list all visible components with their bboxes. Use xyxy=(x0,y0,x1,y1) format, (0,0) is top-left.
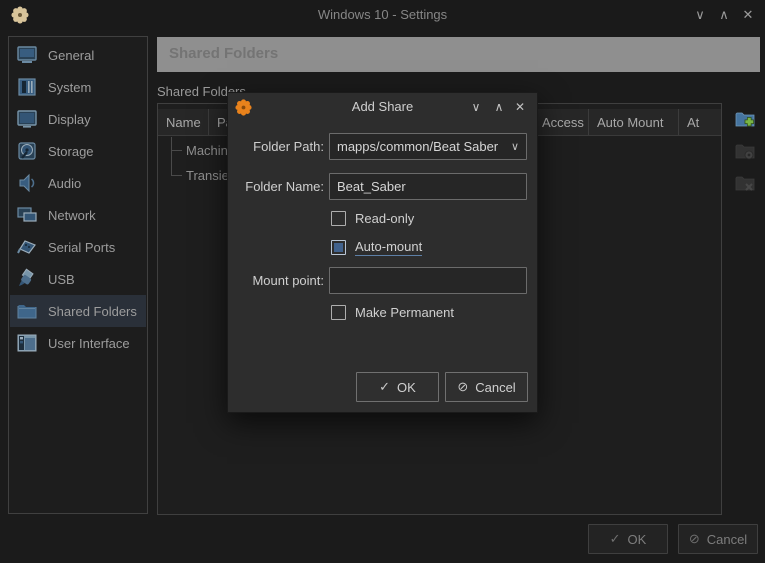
edit-share-button xyxy=(734,140,756,162)
make-permanent-checkbox-row[interactable]: Make Permanent xyxy=(331,305,454,320)
sidebar-item-label: Serial Ports xyxy=(48,240,115,255)
sidebar-item-audio[interactable]: Audio xyxy=(10,167,146,199)
dialog-ok-button[interactable]: ✓ OK xyxy=(356,372,439,402)
column-header-access[interactable]: Access xyxy=(534,109,589,135)
sidebar-item-label: Storage xyxy=(48,144,94,159)
settings-ok-button[interactable]: ✓ OK xyxy=(588,524,668,554)
window-close-button[interactable]: ✕ xyxy=(735,0,761,30)
display-icon xyxy=(15,107,39,131)
remove-share-button xyxy=(734,172,756,194)
read-only-checkbox[interactable] xyxy=(331,211,346,226)
mount-point-input[interactable] xyxy=(329,267,527,294)
network-icon xyxy=(15,203,39,227)
settings-ok-label: OK xyxy=(628,532,647,547)
sidebar-item-system[interactable]: System xyxy=(10,71,146,103)
mount-point-label: Mount point: xyxy=(234,273,324,288)
settings-sidebar: General System Display Storage Audio Net… xyxy=(8,36,148,514)
sidebar-item-usb[interactable]: USB xyxy=(10,263,146,295)
settings-cancel-label: Cancel xyxy=(707,532,747,547)
window-minimize-button[interactable]: ∨ xyxy=(687,0,713,30)
dialog-cancel-button[interactable]: ⊘ Cancel xyxy=(445,372,528,402)
system-icon xyxy=(15,75,39,99)
sidebar-item-shared-folders[interactable]: Shared Folders xyxy=(10,295,146,327)
column-header-at[interactable]: At xyxy=(679,109,721,135)
window-maximize-button[interactable]: ∧ xyxy=(711,0,737,30)
sidebar-item-storage[interactable]: Storage xyxy=(10,135,146,167)
add-share-dialog: Add Share ∨ ∧ ✕ Folder Path: mapps/commo… xyxy=(227,92,538,413)
folder-path-combobox[interactable]: mapps/common/Beat Saber ∨ xyxy=(329,133,527,160)
cancel-icon: ⊘ xyxy=(689,531,700,547)
sidebar-item-display[interactable]: Display xyxy=(10,103,146,135)
check-icon: ✓ xyxy=(610,531,621,547)
sidebar-item-network[interactable]: Network xyxy=(10,199,146,231)
tree-branch-line xyxy=(171,150,182,151)
auto-mount-label: Auto-mount xyxy=(355,239,422,256)
folder-name-input[interactable] xyxy=(329,173,527,200)
dialog-cancel-label: Cancel xyxy=(475,380,515,395)
cancel-icon: ⊘ xyxy=(457,379,468,395)
auto-mount-checkbox-row[interactable]: Auto-mount xyxy=(331,239,422,256)
storage-icon xyxy=(15,139,39,163)
read-only-label: Read-only xyxy=(355,211,414,226)
usb-icon xyxy=(15,267,39,291)
column-header-name[interactable]: Name xyxy=(158,109,209,135)
read-only-checkbox-row[interactable]: Read-only xyxy=(331,211,414,226)
add-share-button[interactable] xyxy=(734,108,756,130)
chevron-down-icon[interactable]: ∨ xyxy=(504,140,526,153)
sidebar-item-label: General xyxy=(48,48,94,63)
auto-mount-checkbox[interactable] xyxy=(331,240,346,255)
shared-folders-icon xyxy=(15,299,39,323)
window-titlebar: Windows 10 - Settings ∨ ∧ ✕ xyxy=(0,0,765,30)
virtualbox-settings-window: Windows 10 - Settings ∨ ∧ ✕ General Syst… xyxy=(0,0,765,563)
folder-name-label: Folder Name: xyxy=(234,179,324,194)
dialog-titlebar: Add Share ∨ ∧ ✕ xyxy=(228,93,537,121)
user-interface-icon xyxy=(15,331,39,355)
sidebar-item-serial-ports[interactable]: Serial Ports xyxy=(10,231,146,263)
tree-branch-line xyxy=(171,137,172,176)
settings-cancel-button[interactable]: ⊘ Cancel xyxy=(678,524,758,554)
check-icon: ✓ xyxy=(379,379,390,395)
general-icon xyxy=(15,43,39,67)
sidebar-item-label: Display xyxy=(48,112,91,127)
make-permanent-label: Make Permanent xyxy=(355,305,454,320)
dialog-close-button[interactable]: ✕ xyxy=(509,93,531,121)
page-header-disabled: Shared Folders xyxy=(157,37,760,72)
dialog-maximize-button[interactable]: ∧ xyxy=(488,93,510,121)
tree-branch-line xyxy=(171,175,182,176)
sidebar-item-user-interface[interactable]: User Interface xyxy=(10,327,146,359)
serial-ports-icon xyxy=(15,235,39,259)
folder-path-value: mapps/common/Beat Saber xyxy=(330,139,504,154)
sidebar-item-label: Network xyxy=(48,208,96,223)
sidebar-item-label: USB xyxy=(48,272,75,287)
sidebar-item-label: System xyxy=(48,80,91,95)
dialog-ok-label: OK xyxy=(397,380,416,395)
make-permanent-checkbox[interactable] xyxy=(331,305,346,320)
sidebar-item-general[interactable]: General xyxy=(10,39,146,71)
folder-path-label: Folder Path: xyxy=(234,139,324,154)
column-header-auto-mount[interactable]: Auto Mount xyxy=(589,109,679,135)
page-title: Shared Folders xyxy=(169,45,760,62)
audio-icon xyxy=(15,171,39,195)
sidebar-item-label: Shared Folders xyxy=(48,304,137,319)
window-title: Windows 10 - Settings xyxy=(0,0,765,30)
share-actions-toolbar xyxy=(731,108,761,204)
sidebar-item-label: Audio xyxy=(48,176,81,191)
sidebar-item-label: User Interface xyxy=(48,336,130,351)
dialog-minimize-button[interactable]: ∨ xyxy=(465,93,487,121)
